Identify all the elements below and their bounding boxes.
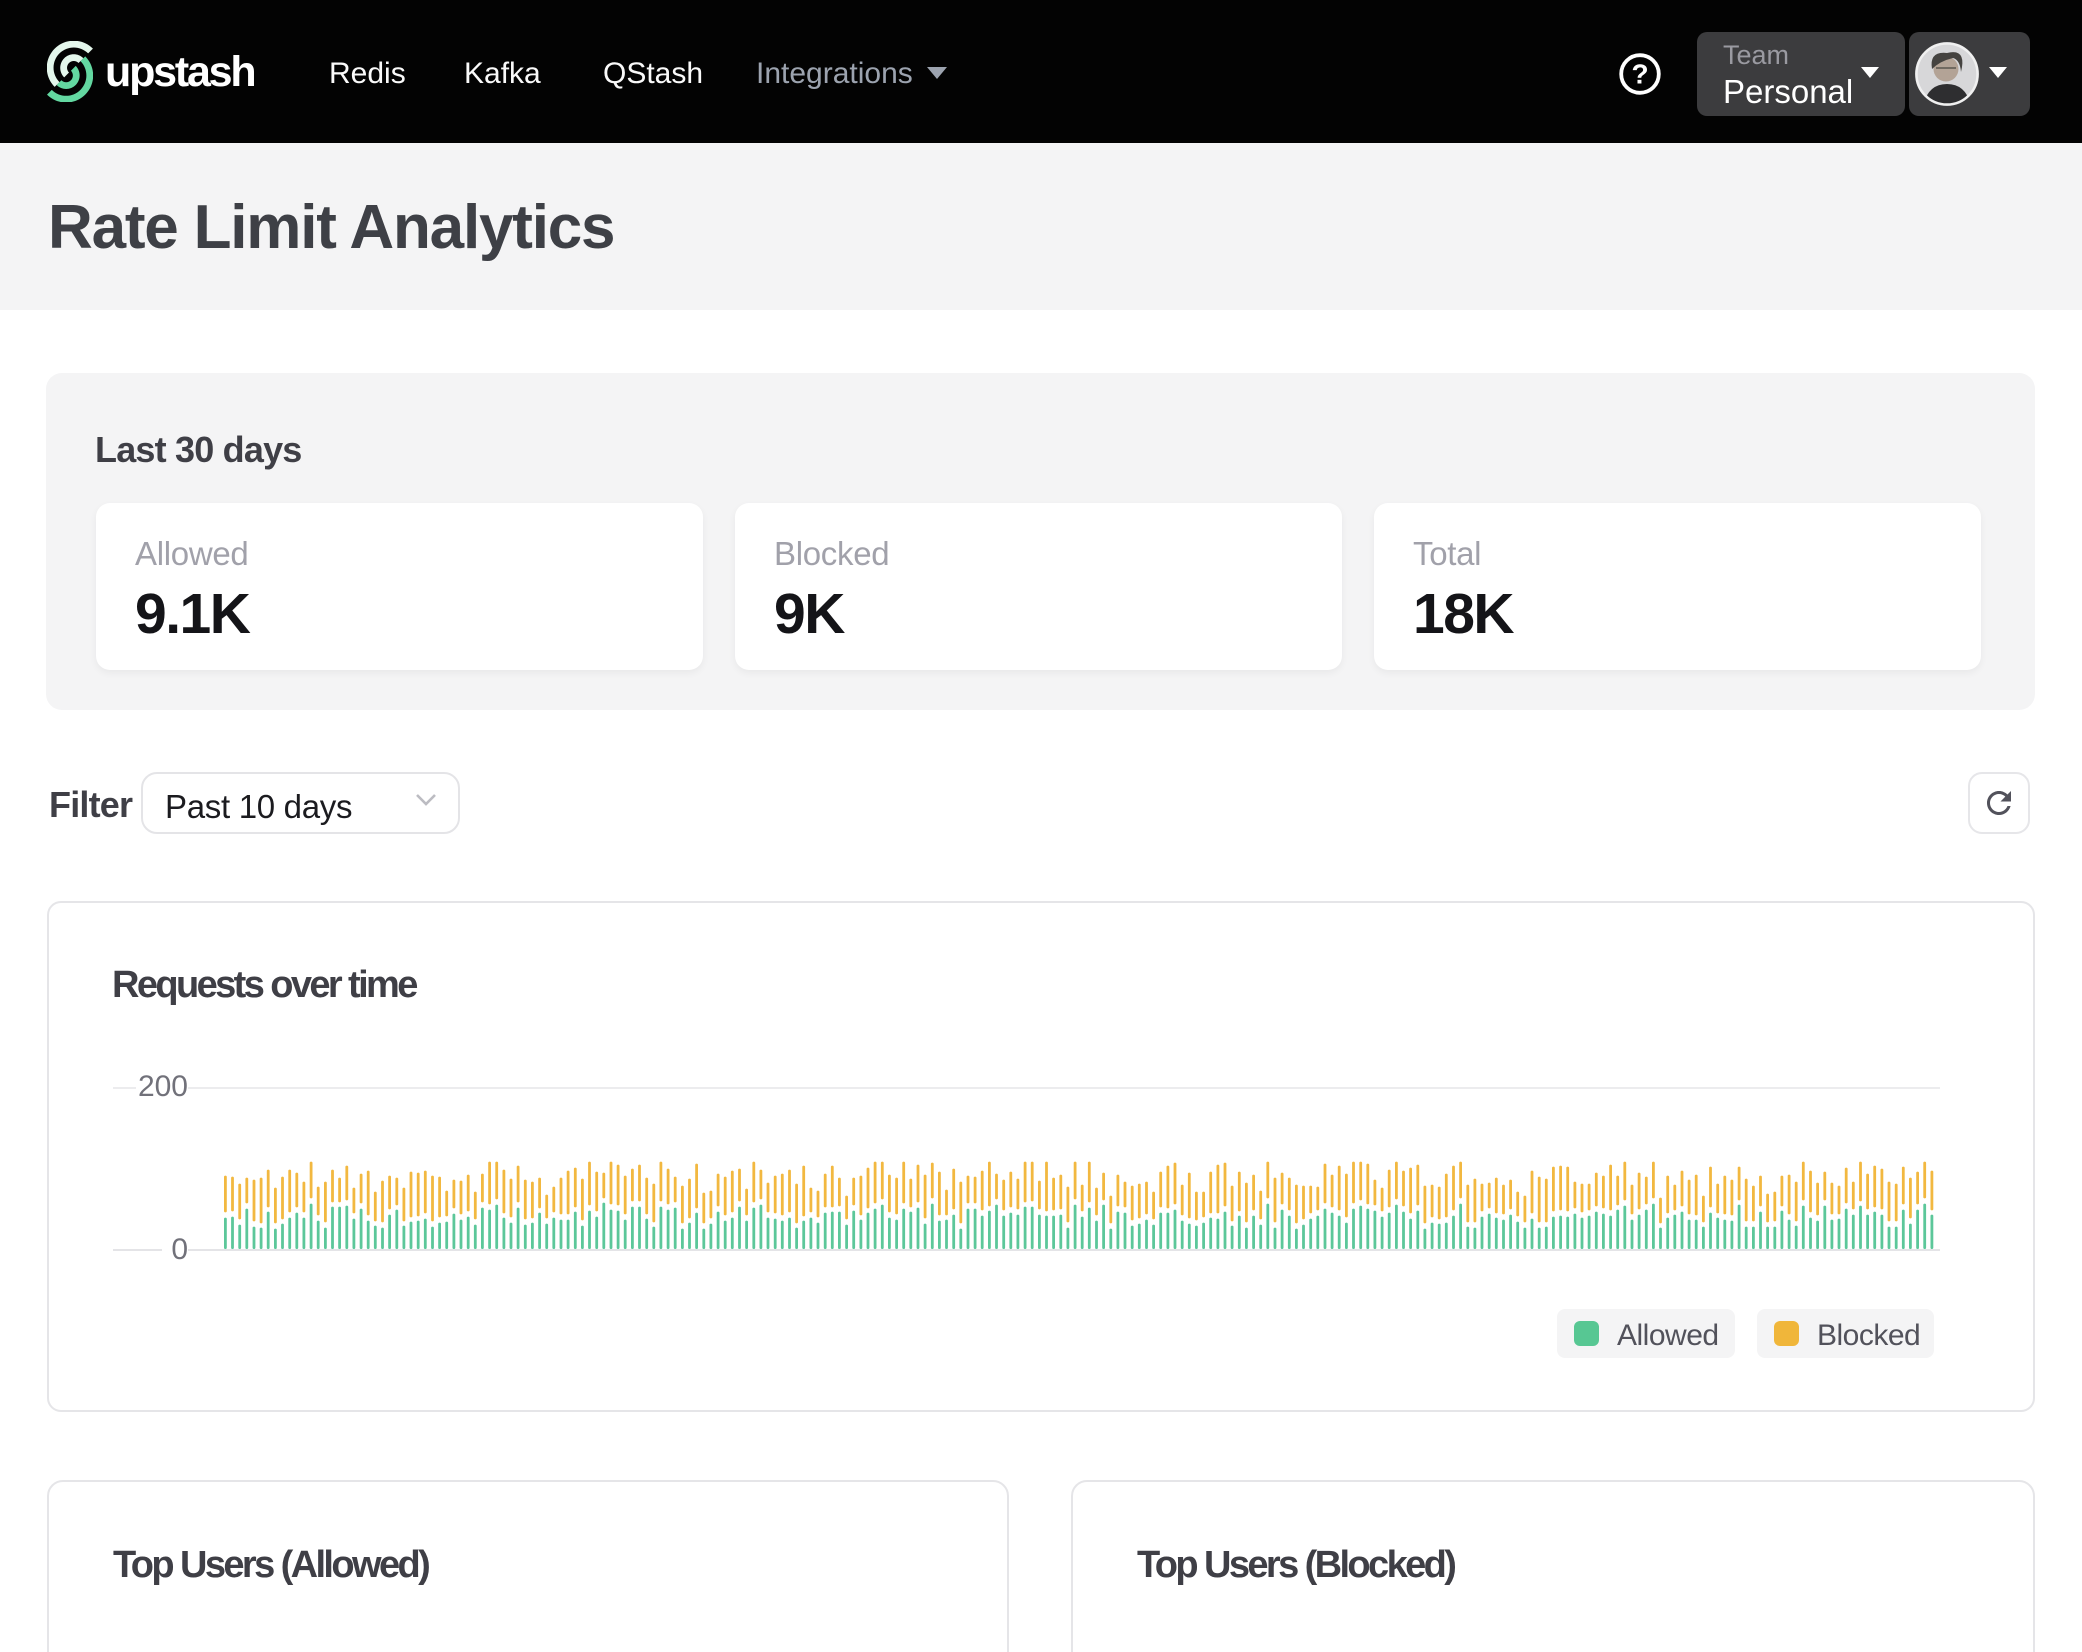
svg-text:?: ? <box>1631 59 1648 90</box>
